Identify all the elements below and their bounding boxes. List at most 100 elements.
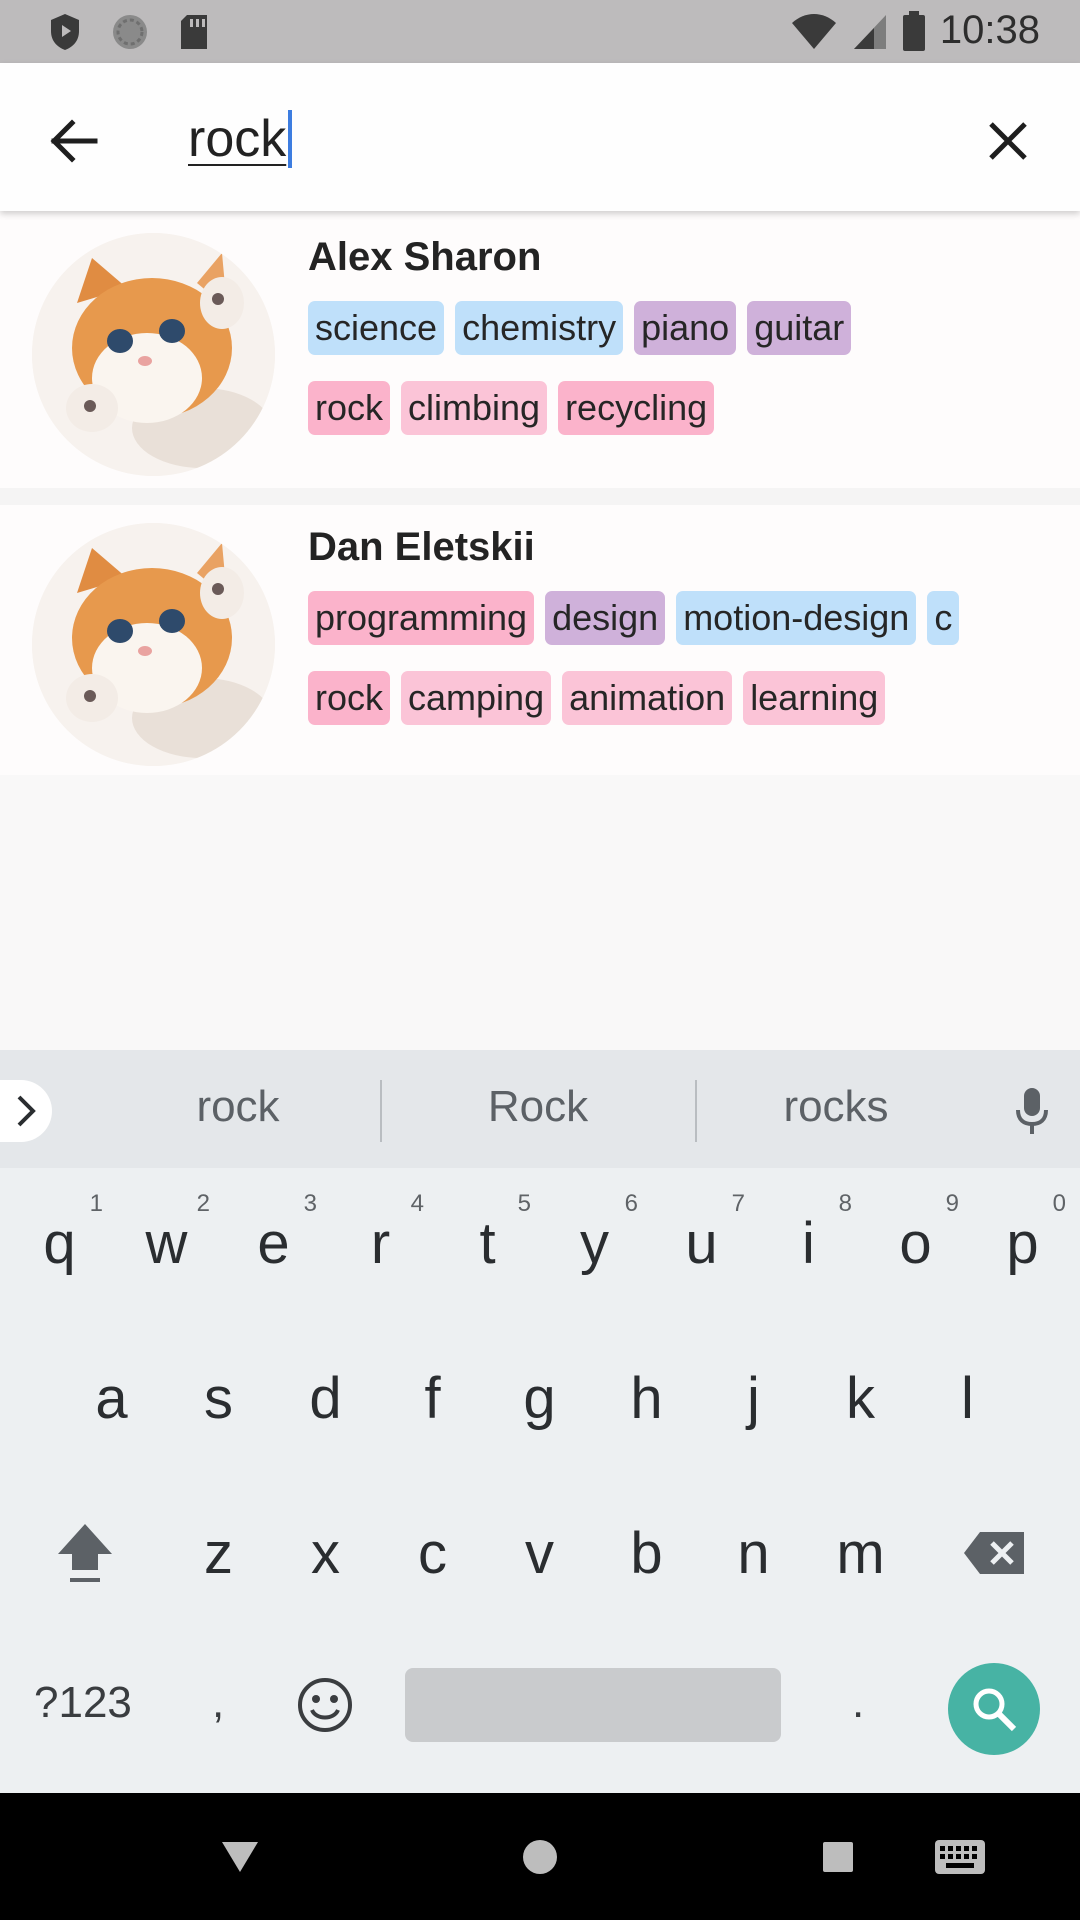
signal-icon	[853, 14, 886, 49]
tag[interactable]: rock	[308, 381, 391, 435]
shift-key[interactable]	[30, 1478, 140, 1628]
suggestion-divider	[695, 1080, 697, 1142]
status-time: 10:38	[939, 8, 1040, 52]
emoji-icon	[298, 1678, 352, 1732]
key-r[interactable]: r4	[327, 1168, 434, 1318]
avatar	[32, 233, 275, 476]
key-x[interactable]: x	[272, 1478, 379, 1628]
tag[interactable]: recycling	[558, 381, 715, 435]
tag-row: science chemistry piano guitar	[308, 301, 852, 355]
key-s[interactable]: s	[165, 1323, 272, 1473]
tag[interactable]: motion-design	[676, 591, 917, 645]
user-name: Alex Sharon	[308, 235, 542, 279]
tag[interactable]: science	[308, 301, 445, 355]
tag[interactable]: piano	[634, 301, 737, 355]
nav-recents-icon	[823, 1841, 853, 1872]
key-k[interactable]: k	[807, 1323, 914, 1473]
tag[interactable]: design	[545, 591, 666, 645]
key-w[interactable]: w2	[113, 1168, 220, 1318]
key-t[interactable]: t5	[434, 1168, 541, 1318]
key-j[interactable]: j	[700, 1323, 807, 1473]
nav-recents-button[interactable]	[808, 1793, 868, 1920]
key-p[interactable]: p0	[969, 1168, 1076, 1318]
search-app-bar: rock	[0, 63, 1080, 211]
tag[interactable]: programming	[308, 591, 535, 645]
key-h[interactable]: h	[593, 1323, 700, 1473]
keyboard-search-button[interactable]	[948, 1663, 1040, 1755]
key-l[interactable]: l	[914, 1323, 1021, 1473]
symbols-key[interactable]: ?123	[34, 1678, 132, 1728]
shield-icon	[51, 14, 79, 50]
backspace-icon	[964, 1532, 1024, 1574]
text-caret	[288, 110, 293, 168]
close-icon	[989, 122, 1027, 160]
empty-area	[0, 775, 1080, 1050]
clear-search-button[interactable]	[972, 105, 1044, 177]
key-m[interactable]: m	[807, 1478, 914, 1628]
tag[interactable]: learning	[743, 671, 886, 725]
chevron-right-icon	[17, 1095, 36, 1127]
nav-home-button[interactable]	[510, 1793, 570, 1920]
search-icon	[973, 1688, 1017, 1732]
tag[interactable]: animation	[562, 671, 733, 725]
tag[interactable]: climbing	[401, 381, 548, 435]
user-name: Dan Eletskii	[308, 525, 535, 569]
arrow-back-icon	[50, 119, 98, 163]
tag-row: programming design motion-design c	[308, 591, 960, 645]
period-key[interactable]: .	[852, 1678, 864, 1728]
emoji-key[interactable]	[296, 1676, 354, 1745]
key-d[interactable]: d	[272, 1323, 379, 1473]
key-g[interactable]: g	[486, 1323, 593, 1473]
sd-card-icon	[181, 15, 207, 49]
backspace-key[interactable]	[940, 1478, 1050, 1628]
voice-input-button[interactable]	[1014, 1086, 1050, 1141]
suggestion-divider	[380, 1080, 382, 1142]
user-card[interactable]: Alex Sharon science chemistry piano guit…	[0, 211, 1080, 488]
shift-icon	[58, 1524, 112, 1582]
user-card[interactable]: Dan Eletskii programming design motion-d…	[0, 505, 1080, 786]
key-b[interactable]: b	[593, 1478, 700, 1628]
space-key[interactable]	[405, 1668, 781, 1742]
key-u[interactable]: u7	[648, 1168, 755, 1318]
status-bar: 10:38	[0, 0, 1080, 63]
search-field[interactable]: rock	[188, 99, 293, 179]
key-a[interactable]: a	[58, 1323, 165, 1473]
key-v[interactable]: v	[486, 1478, 593, 1628]
tag-row: rock climbing recycling	[308, 381, 715, 435]
battery-icon	[902, 10, 925, 51]
nav-keyboard-button[interactable]	[930, 1793, 990, 1920]
key-f[interactable]: f	[379, 1323, 486, 1473]
key-c[interactable]: c	[379, 1478, 486, 1628]
sync-icon	[113, 15, 147, 49]
suggestion[interactable]: rocks	[736, 1082, 936, 1132]
nav-back-button[interactable]	[210, 1793, 270, 1920]
key-z[interactable]: z	[165, 1478, 272, 1628]
comma-key[interactable]: ,	[212, 1678, 224, 1728]
wifi-icon	[791, 13, 836, 49]
key-o[interactable]: o9	[862, 1168, 969, 1318]
search-input[interactable]: rock	[188, 109, 286, 169]
mic-icon	[1016, 1088, 1048, 1134]
expand-suggestions-button[interactable]	[0, 1080, 52, 1142]
tag[interactable]: chemistry	[455, 301, 624, 355]
soft-keyboard: rock Rock rocks q1 w2 e3 r4 t5 y6 u7 i8 …	[0, 1050, 1080, 1793]
nav-back-icon	[222, 1841, 258, 1872]
tag-row: rock camping animation learning	[308, 671, 886, 725]
tag[interactable]: guitar	[747, 301, 852, 355]
key-y[interactable]: y6	[541, 1168, 648, 1318]
suggestion[interactable]: Rock	[438, 1082, 638, 1132]
avatar	[32, 523, 275, 766]
tag[interactable]: camping	[401, 671, 552, 725]
back-button[interactable]	[40, 107, 108, 175]
tag[interactable]: rock	[308, 671, 391, 725]
key-e[interactable]: e3	[220, 1168, 327, 1318]
tag[interactable]: c	[927, 591, 960, 645]
key-q[interactable]: q1	[6, 1168, 113, 1318]
nav-home-icon	[523, 1839, 557, 1874]
key-i[interactable]: i8	[755, 1168, 862, 1318]
system-nav-bar	[0, 1793, 1080, 1920]
key-n[interactable]: n	[700, 1478, 807, 1628]
keyboard-icon	[935, 1839, 985, 1874]
suggestion-strip: rock Rock rocks	[0, 1050, 1080, 1168]
suggestion[interactable]: rock	[138, 1082, 338, 1132]
